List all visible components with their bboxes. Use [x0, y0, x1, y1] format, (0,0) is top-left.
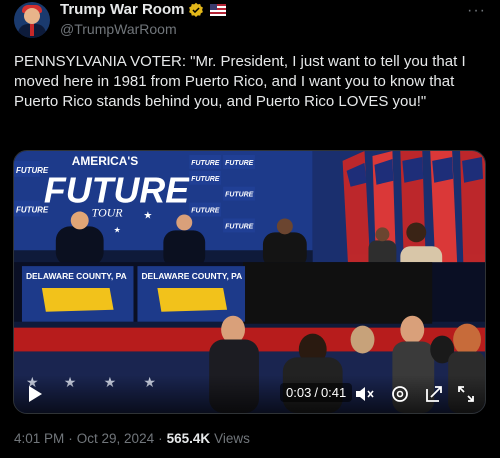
svg-text:★: ★ [114, 225, 121, 234]
handle[interactable]: @TrumpWarRoom [60, 21, 177, 37]
tweet-header: Trump War Room @TrumpWarRoom ··· [14, 0, 486, 44]
views-label: Views [214, 431, 250, 446]
video-controls: 0:03 / 0:41 [14, 375, 485, 413]
avatar[interactable] [14, 2, 50, 38]
table-sign-right: DELAWARE COUNTY, PA [141, 271, 242, 281]
play-icon[interactable] [26, 385, 44, 403]
display-name[interactable]: Trump War Room [60, 1, 184, 18]
table-sign-left: DELAWARE COUNTY, PA [26, 271, 127, 281]
time-separator: / [314, 385, 318, 400]
backdrop-tile-7: FUTURE [191, 208, 220, 215]
mute-icon[interactable] [354, 384, 374, 404]
duration: 0:41 [320, 385, 347, 400]
flag-badge-icon [210, 3, 227, 16]
popout-icon[interactable] [424, 384, 444, 404]
tweet-text: PENNSYLVANIA VOTER: "Mr. President, I ju… [14, 53, 466, 110]
backdrop-tile-5: FUTURE [191, 176, 220, 183]
current-time: 0:03 [286, 385, 312, 400]
backdrop-title-line1: AMERICA'S [72, 154, 139, 168]
meta-dot: · [158, 431, 163, 446]
backdrop-tile-8: FUTURE [225, 223, 254, 230]
video-time: 0:03 / 0:41 [280, 383, 353, 402]
backdrop-tile-3: FUTURE [191, 160, 220, 167]
video-player[interactable]: FUTURE FUTURE AMERICA'S FUTURE TOUR ★ ★ … [13, 150, 486, 414]
video-frame: FUTURE FUTURE AMERICA'S FUTURE TOUR ★ ★ … [14, 151, 485, 413]
post-date[interactable]: Oct 29, 2024 [77, 431, 154, 446]
name-row: Trump War Room [60, 1, 227, 18]
backdrop-tile-6: FUTURE [225, 192, 254, 199]
tweet-meta: 4:01 PM · Oct 29, 2024 · 565.4K Views [14, 431, 250, 446]
post-time[interactable]: 4:01 PM [14, 431, 64, 446]
backdrop-tile-4: FUTURE [225, 160, 254, 167]
backdrop-title-line3: TOUR [92, 206, 124, 220]
more-options-icon[interactable]: ··· [467, 2, 486, 20]
settings-icon[interactable] [390, 384, 410, 404]
verified-badge-icon [189, 2, 204, 17]
fullscreen-icon[interactable] [456, 384, 476, 404]
meta-dot: · [68, 431, 73, 446]
views-count: 565.4K [166, 431, 211, 446]
svg-text:★: ★ [143, 210, 152, 221]
